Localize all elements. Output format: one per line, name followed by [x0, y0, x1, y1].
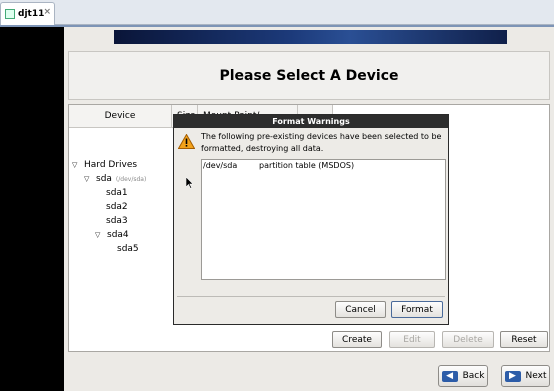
tree-path: (/dev/sda) — [115, 175, 147, 183]
expand-triangle-icon[interactable]: ▽ — [72, 161, 80, 169]
list-device: /dev/sda — [203, 161, 238, 170]
tree-label: sda1 — [106, 188, 128, 198]
tree-label: sda — [96, 174, 112, 184]
host-tab[interactable]: djt11 × — [0, 2, 55, 25]
tree-label: sda4 — [107, 230, 129, 240]
next-label: Next — [525, 371, 547, 381]
tree-item-sda3[interactable]: sda3 — [106, 216, 128, 226]
page-title-box: Please Select A Device — [68, 51, 550, 100]
vm-border — [0, 27, 64, 391]
vm-icon — [5, 9, 15, 19]
column-header-device[interactable]: Device — [69, 105, 172, 128]
page-title: Please Select A Device — [219, 67, 399, 84]
dialog-message: The following pre-existing devices have … — [201, 132, 442, 153]
close-icon[interactable]: × — [43, 7, 51, 17]
list-description: partition table (MSDOS) — [259, 161, 355, 170]
tree-item-sda[interactable]: ▽ sda (/dev/sda) — [84, 174, 146, 184]
warning-icon — [178, 134, 195, 149]
tree-label: sda5 — [117, 244, 139, 254]
list-item[interactable]: /dev/sda partition table (MSDOS) — [203, 161, 354, 170]
back-arrow-icon: ◀ — [441, 370, 458, 382]
mouse-pointer-icon — [186, 177, 193, 189]
dialog-title: Format Warnings — [174, 115, 448, 128]
tree-item-hard-drives[interactable]: ▽ Hard Drives — [72, 160, 137, 170]
back-label: Back — [462, 371, 485, 381]
next-arrow-icon: ▶ — [504, 370, 521, 382]
next-button[interactable]: ▶ Next — [501, 365, 550, 387]
tree-label: sda3 — [106, 216, 128, 226]
tree-item-sda5[interactable]: sda5 — [117, 244, 139, 254]
installer-banner — [114, 30, 507, 44]
tree-label: sda2 — [106, 202, 128, 212]
tree-item-sda2[interactable]: sda2 — [106, 202, 128, 212]
host-tab-title: djt11 — [18, 9, 45, 19]
host-tab-bar: djt11 × — [0, 0, 554, 25]
format-warnings-dialog: Format Warnings The following pre-existi… — [173, 114, 449, 325]
delete-button[interactable]: Delete — [442, 331, 494, 348]
reset-button[interactable]: Reset — [500, 331, 548, 348]
expand-triangle-icon[interactable]: ▽ — [84, 175, 92, 183]
tree-label: Hard Drives — [84, 160, 138, 170]
dialog-separator — [177, 296, 445, 297]
expand-triangle-icon[interactable]: ▽ — [95, 231, 103, 239]
back-button[interactable]: ◀ Back — [438, 365, 488, 387]
tree-item-sda1[interactable]: sda1 — [106, 188, 128, 198]
cancel-button[interactable]: Cancel — [335, 301, 386, 318]
device-list[interactable]: /dev/sda partition table (MSDOS) — [201, 159, 446, 280]
tree-item-sda4[interactable]: ▽ sda4 — [95, 230, 129, 240]
create-button[interactable]: Create — [332, 331, 382, 348]
format-button[interactable]: Format — [391, 301, 443, 318]
edit-button[interactable]: Edit — [389, 331, 435, 348]
